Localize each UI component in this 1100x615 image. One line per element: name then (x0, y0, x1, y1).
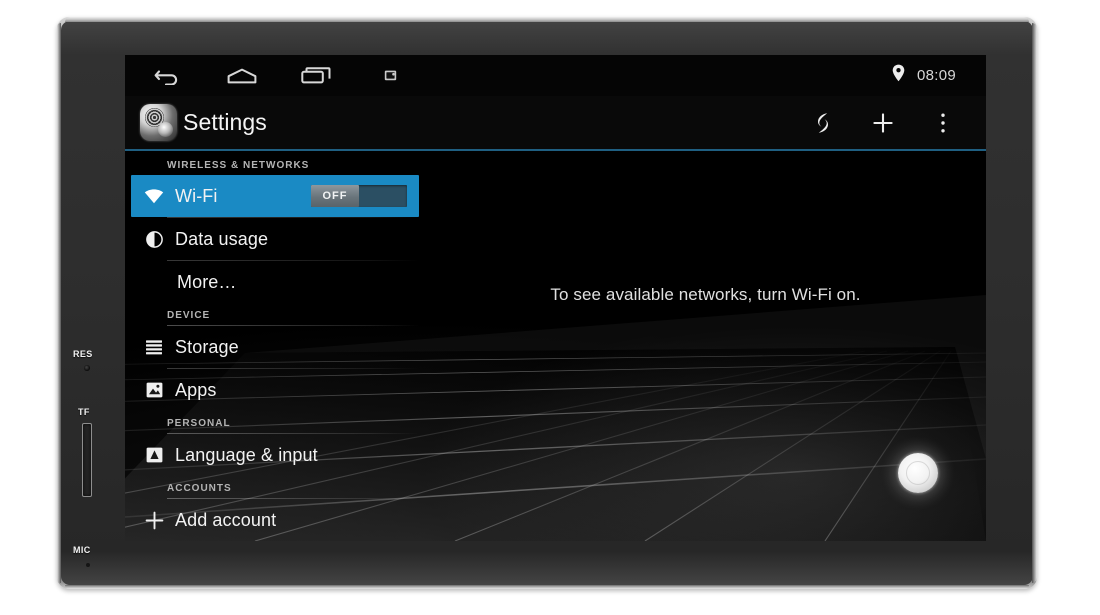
plus-icon (139, 511, 169, 530)
apps-icon (139, 382, 169, 398)
sidebar-item-language-input[interactable]: Language & input (131, 434, 425, 476)
sidebar-item-label: Data usage (175, 228, 269, 249)
sidebar-item-add-account[interactable]: Add account (131, 499, 425, 541)
settings-content: WIRELESS & NETWORKS Wi-Fi OFF Data usage… (125, 153, 986, 541)
sidebar-item-apps[interactable]: Apps (131, 369, 425, 411)
storage-icon (139, 339, 169, 355)
sidebar-item-label: Add account (175, 509, 277, 530)
section-header-device: DEVICE (167, 310, 211, 321)
home-icon[interactable] (227, 65, 257, 87)
wifi-icon (139, 188, 169, 204)
empty-state-message: To see available networks, turn Wi-Fi on… (550, 285, 861, 304)
device-right-edge (1032, 23, 1037, 583)
location-pin-icon (892, 64, 905, 87)
sidebar-item-more[interactable]: More… (131, 261, 425, 303)
recents-icon[interactable] (301, 65, 331, 87)
navigation-bar (125, 65, 405, 87)
tf-card-slot[interactable] (82, 423, 92, 497)
tf-card-label: TF (78, 407, 90, 417)
device-left-edge (57, 23, 61, 583)
device-top-edge (65, 17, 1029, 22)
status-bar-right: 08:09 (892, 64, 986, 87)
action-bar-icons (810, 110, 986, 136)
sidebar-item-wifi[interactable]: Wi-Fi OFF (131, 175, 419, 217)
sidebar-item-label: More… (177, 271, 237, 292)
section-header-accounts: ACCOUNTS (167, 483, 232, 494)
mic-hole (86, 563, 90, 567)
overflow-menu-icon[interactable] (930, 110, 956, 136)
android-status-bar: 08:09 (125, 55, 986, 96)
wifi-toggle-track (359, 185, 407, 207)
wifi-detail-pane: To see available networks, turn Wi-Fi on… (425, 153, 986, 541)
sidebar-item-label: Language & input (175, 444, 318, 465)
data-usage-icon (139, 230, 169, 248)
touchscreen-display[interactable]: 08:09 Settings WIRELESS & NETWORKS Wi-Fi… (125, 55, 986, 541)
sidebar-item-storage[interactable]: Storage (131, 326, 425, 368)
settings-action-bar: Settings (125, 96, 986, 151)
settings-gear-icon (140, 104, 177, 141)
sidebar-item-label: Wi-Fi (175, 185, 218, 206)
sidebar-item-data-usage[interactable]: Data usage (131, 218, 425, 260)
section-header-wireless: WIRELESS & NETWORKS (167, 160, 310, 171)
sidebar-item-label: Apps (175, 379, 217, 400)
wifi-toggle-state-label: OFF (311, 185, 359, 207)
sync-icon[interactable] (810, 110, 836, 136)
screenshot-icon[interactable] (375, 65, 405, 87)
add-icon[interactable] (870, 110, 896, 136)
mic-label: MIC (73, 545, 91, 555)
car-head-unit-device: RES TF MIC 08:09 Settings WIRELESS & NET… (57, 17, 1037, 589)
section-header-personal: PERSONAL (167, 418, 231, 429)
wifi-toggle-switch[interactable]: OFF (311, 185, 407, 207)
language-input-icon (139, 447, 169, 463)
reset-pinhole[interactable] (84, 365, 90, 371)
status-bar-clock: 08:09 (916, 67, 956, 84)
settings-list[interactable]: WIRELESS & NETWORKS Wi-Fi OFF Data usage… (125, 153, 425, 541)
device-bottom-edge (65, 585, 1029, 589)
back-icon[interactable] (153, 65, 183, 87)
sidebar-item-label: Storage (175, 336, 239, 357)
reset-label: RES (73, 349, 93, 359)
page-title: Settings (183, 109, 267, 135)
